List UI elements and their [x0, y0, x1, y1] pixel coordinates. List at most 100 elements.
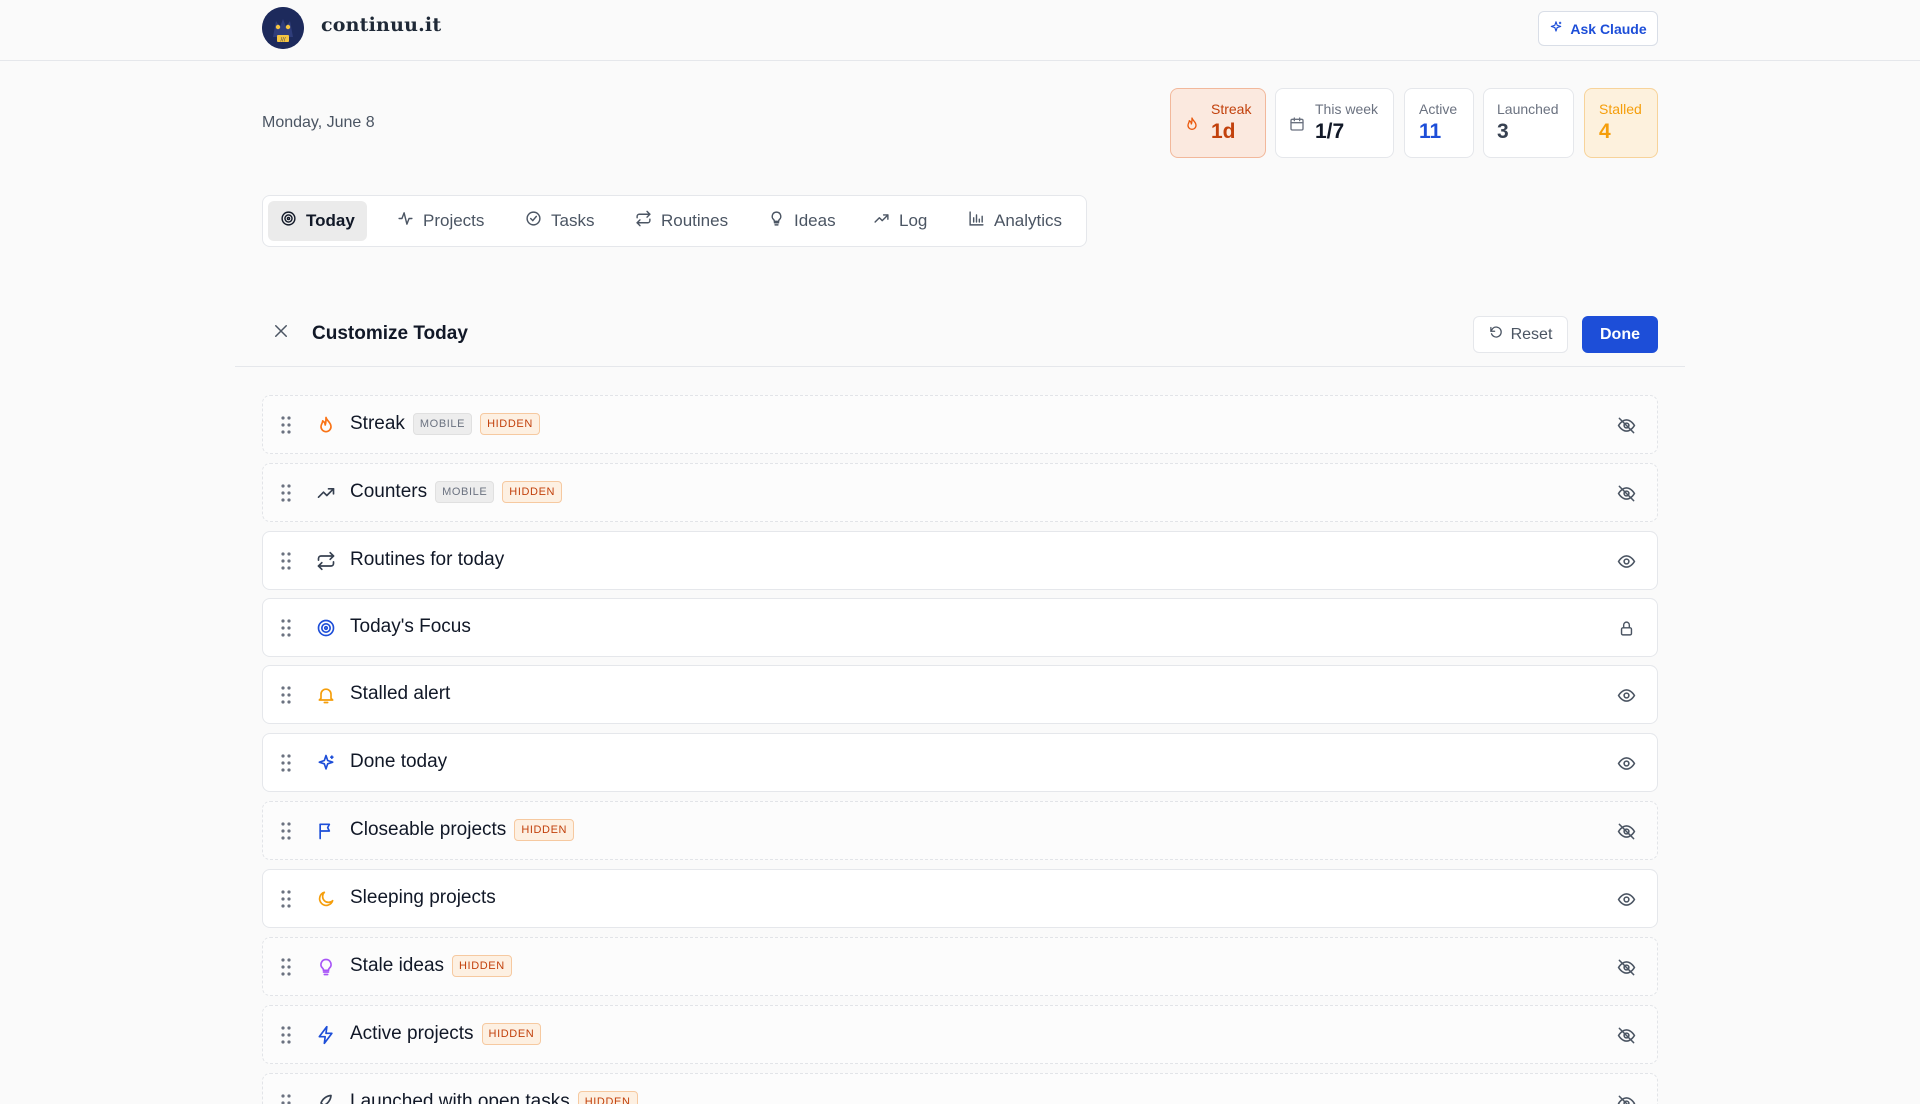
current-date: Monday, June 8	[262, 114, 375, 131]
visibility-toggle-eye-icon[interactable]	[1615, 684, 1637, 706]
drag-handle-icon[interactable]	[281, 1026, 291, 1049]
close-icon	[272, 322, 290, 345]
brand-name: continuu.it	[321, 14, 442, 36]
section-row[interactable]: Stale ideas HIDDEN	[262, 937, 1658, 996]
hidden-badge: HIDDEN	[577, 1091, 638, 1104]
section-row[interactable]: Active projects HIDDEN	[262, 1005, 1658, 1064]
section-row[interactable]: Stalled alert	[262, 665, 1658, 724]
visibility-toggle-eye-icon[interactable]	[1615, 550, 1637, 572]
section-row[interactable]: Today's Focus	[262, 598, 1658, 657]
visibility-toggle-eye-off-icon[interactable]	[1615, 1024, 1637, 1046]
calendar-icon	[1289, 116, 1305, 137]
reset-label: Reset	[1510, 325, 1553, 343]
section-row[interactable]: Routines for today	[262, 531, 1658, 590]
tab-analytics[interactable]: Analytics	[956, 201, 1074, 241]
main-tabs: Today Projects Tasks Routines Ideas Log …	[262, 195, 1087, 247]
hidden-badge: HIDDEN	[514, 819, 575, 841]
visibility-toggle-eye-off-icon[interactable]	[1615, 820, 1637, 842]
section-title: Active projects	[350, 1023, 474, 1044]
drag-handle-icon[interactable]	[281, 484, 291, 507]
sparkles-icon	[1549, 20, 1563, 37]
section-row[interactable]: Counters MOBILE HIDDEN	[262, 463, 1658, 522]
section-label: Launched with open tasks HIDDEN	[350, 1091, 638, 1104]
drag-handle-icon[interactable]	[281, 1094, 291, 1104]
target-icon	[280, 210, 297, 232]
stat-launched-value: 3	[1497, 120, 1509, 143]
section-row[interactable]: Launched with open tasks HIDDEN	[262, 1073, 1658, 1104]
stat-stalled-value: 4	[1599, 120, 1611, 143]
section-title: Done today	[350, 751, 448, 772]
section-label: Streak MOBILE HIDDEN	[350, 413, 540, 435]
tab-label: Tasks	[551, 211, 595, 230]
target-icon	[315, 617, 337, 639]
section-label: Routines for today	[350, 549, 504, 571]
check-circle-icon	[525, 210, 542, 232]
visibility-toggle-eye-icon[interactable]	[1615, 752, 1637, 774]
visibility-toggle-eye-off-icon[interactable]	[1615, 482, 1637, 504]
tab-today[interactable]: Today	[268, 201, 367, 241]
hidden-badge: HIDDEN	[452, 955, 512, 977]
activity-icon	[397, 210, 414, 232]
tab-routines[interactable]: Routines	[623, 201, 740, 241]
stat-active-value: 11	[1419, 120, 1442, 143]
section-title: Launched with open tasks	[350, 1091, 570, 1104]
done-button[interactable]: Done	[1582, 316, 1658, 353]
visibility-toggle-eye-off-icon[interactable]	[1615, 956, 1637, 978]
hidden-badge: HIDDEN	[481, 1023, 542, 1045]
tab-label: Ideas	[794, 211, 836, 230]
section-title: Stale ideas	[350, 955, 445, 976]
trending-up-icon	[315, 482, 337, 504]
mobile-badge: MOBILE	[412, 413, 473, 435]
section-label: Sleeping projects	[350, 887, 496, 909]
stat-streak[interactable]: Streak 1d	[1170, 88, 1266, 158]
bar-chart-icon	[968, 210, 985, 232]
flame-icon	[315, 414, 337, 436]
section-row[interactable]: Done today	[262, 733, 1658, 792]
stat-stalled-label: Stalled	[1599, 101, 1642, 117]
ask-claude-button[interactable]: Ask Claude	[1538, 11, 1658, 46]
section-row[interactable]: Sleeping projects	[262, 869, 1658, 928]
tab-label: Routines	[661, 211, 729, 230]
section-title: Today's Focus	[350, 616, 471, 637]
section-title: Stalled alert	[350, 683, 451, 704]
stat-streak-value: 1d	[1211, 120, 1236, 143]
section-row[interactable]: Streak MOBILE HIDDEN	[262, 395, 1658, 454]
section-label: Counters MOBILE HIDDEN	[350, 481, 563, 503]
reset-button[interactable]: Reset	[1473, 316, 1568, 353]
top-bar: /// continuu.it Ask Claude	[0, 0, 1920, 61]
drag-handle-icon[interactable]	[281, 619, 291, 642]
visibility-toggle-eye-off-icon[interactable]	[1615, 414, 1637, 436]
section-row[interactable]: Closeable projects HIDDEN	[262, 801, 1658, 860]
tab-projects[interactable]: Projects	[385, 201, 496, 241]
customize-title: Customize Today	[312, 323, 468, 344]
tab-label: Today	[306, 211, 355, 230]
visibility-toggle-eye-off-icon[interactable]	[1615, 1092, 1637, 1104]
tab-tasks[interactable]: Tasks	[513, 201, 606, 241]
hidden-badge: HIDDEN	[480, 413, 540, 435]
visibility-toggle-eye-icon[interactable]	[1615, 888, 1637, 910]
stat-week-value: 1/7	[1315, 120, 1345, 143]
repeat-icon	[635, 210, 652, 232]
drag-handle-icon[interactable]	[281, 754, 291, 777]
stat-launched[interactable]: Launched 3	[1483, 88, 1574, 158]
tab-ideas[interactable]: Ideas	[756, 201, 848, 241]
drag-handle-icon[interactable]	[281, 822, 291, 845]
close-customize-button[interactable]	[270, 322, 292, 344]
section-label: Stale ideas HIDDEN	[350, 955, 512, 977]
stat-active[interactable]: Active 11	[1404, 88, 1474, 158]
mobile-badge: MOBILE	[435, 481, 495, 503]
drag-handle-icon[interactable]	[281, 958, 291, 981]
rotate-ccw-icon	[1489, 325, 1504, 345]
drag-handle-icon[interactable]	[281, 552, 291, 575]
stat-streak-label: Streak	[1211, 101, 1252, 117]
trending-up-icon	[873, 210, 890, 232]
stat-stalled[interactable]: Stalled 4	[1584, 88, 1658, 158]
drag-handle-icon[interactable]	[281, 416, 291, 439]
stat-this-week[interactable]: This week 1/7	[1275, 88, 1394, 158]
app-logo[interactable]: ///	[262, 7, 304, 49]
flame-icon	[1184, 116, 1200, 137]
drag-handle-icon[interactable]	[281, 890, 291, 913]
drag-handle-icon[interactable]	[281, 686, 291, 709]
tab-log[interactable]: Log	[861, 201, 939, 241]
section-label: Active projects HIDDEN	[350, 1023, 542, 1045]
